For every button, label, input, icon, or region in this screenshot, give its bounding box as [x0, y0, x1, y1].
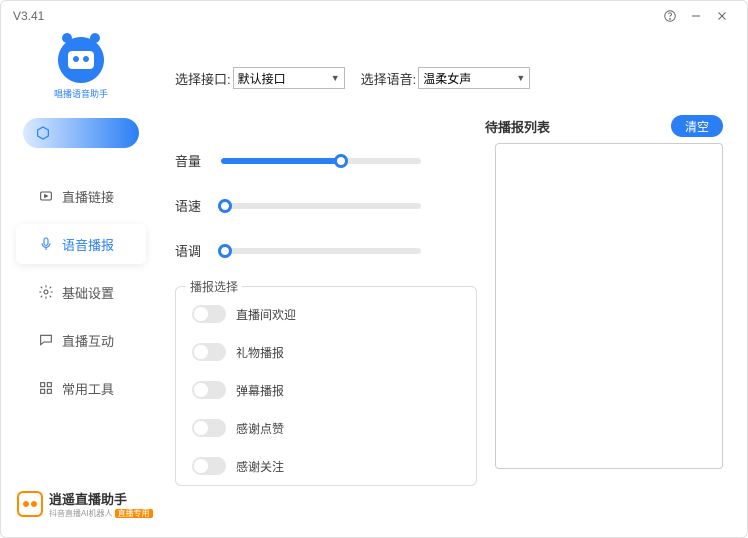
link-icon [38, 188, 54, 204]
pitch-slider[interactable] [221, 248, 421, 254]
nav-tools[interactable]: 常用工具 [16, 368, 146, 408]
brand-footer: 逍遥直播助手 抖音直播AI机器人直播专用 [1, 479, 153, 537]
chevron-down-icon: ▼ [516, 73, 525, 83]
toggle-label: 直播间欢迎 [236, 306, 296, 323]
brand-icon [17, 491, 43, 517]
nav-label: 直播互动 [62, 331, 114, 350]
nav-label: 常用工具 [62, 379, 114, 398]
app-logo: 唱播语音助手 [54, 37, 108, 100]
voice-select[interactable]: 温柔女声 ▼ [418, 67, 530, 89]
minimize-button[interactable] [683, 3, 709, 29]
nav-label: 语音播报 [62, 235, 114, 254]
toggle-gift[interactable] [192, 343, 226, 361]
help-button[interactable] [657, 3, 683, 29]
toggle-danmu[interactable] [192, 381, 226, 399]
logo-text: 唱播语音助手 [54, 87, 108, 100]
nav-voice-broadcast[interactable]: 语音播报 [16, 224, 146, 264]
broadcast-fieldset: 播报选择 直播间欢迎 礼物播报 弹幕播报 [175, 286, 477, 486]
port-select[interactable]: 默认接口 ▼ [233, 67, 345, 89]
toggle-welcome[interactable] [192, 305, 226, 323]
nav-basic-settings[interactable]: 基础设置 [16, 272, 146, 312]
voice-label: 选择语音: [361, 69, 417, 88]
close-button[interactable] [709, 3, 735, 29]
port-label: 选择接口: [175, 69, 231, 88]
toggle-label: 礼物播报 [236, 344, 284, 361]
version-label: V3.41 [13, 9, 44, 23]
sidebar: 唱播语音助手 直播链接 语音播报 基础设置 直播互动 常用工具 [1, 31, 161, 537]
clear-button[interactable]: 清空 [671, 115, 723, 137]
speed-label: 语速 [175, 196, 205, 215]
volume-slider[interactable] [221, 158, 421, 164]
nav-label: 基础设置 [62, 283, 114, 302]
speed-slider[interactable] [221, 203, 421, 209]
titlebar: V3.41 [1, 1, 747, 31]
chevron-down-icon: ▼ [331, 73, 340, 83]
gear-icon [38, 284, 54, 300]
main-panel: 选择接口: 默认接口 ▼ 选择语音: 温柔女声 ▼ 待播报列表 清空 [161, 31, 747, 537]
nav-live-link[interactable]: 直播链接 [16, 176, 146, 216]
volume-label: 音量 [175, 151, 205, 170]
grid-icon [38, 380, 54, 396]
fieldset-title: 播报选择 [186, 278, 242, 295]
queue-title: 待播报列表 [485, 117, 550, 136]
toggle-follow[interactable] [192, 457, 226, 475]
nav-indicator[interactable] [23, 118, 139, 148]
nav-live-interact[interactable]: 直播互动 [16, 320, 146, 360]
nav-label: 直播链接 [62, 187, 114, 206]
toggle-like[interactable] [192, 419, 226, 437]
brand-sub: 抖音直播AI机器人直播专用 [49, 508, 153, 519]
pitch-label: 语调 [175, 241, 205, 260]
toggle-label: 感谢关注 [236, 458, 284, 475]
toggle-label: 感谢点赞 [236, 420, 284, 437]
mic-icon [38, 236, 54, 252]
chat-icon [38, 332, 54, 348]
queue-list[interactable] [495, 143, 723, 469]
toggle-label: 弹幕播报 [236, 382, 284, 399]
brand-main: 逍遥直播助手 [49, 489, 153, 508]
